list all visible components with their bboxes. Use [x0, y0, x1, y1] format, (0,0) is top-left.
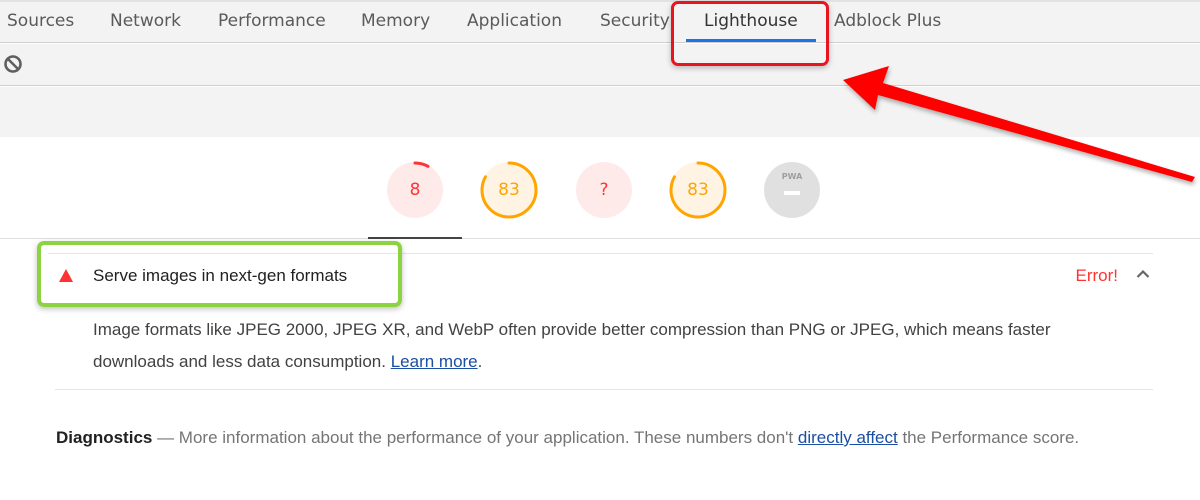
fail-triangle-icon [59, 269, 73, 282]
pwa-label: PWA [781, 172, 803, 181]
audit-description: Image formats like JPEG 2000, JPEG XR, a… [93, 314, 1133, 378]
diagnostics-section: Diagnostics — More information about the… [56, 422, 1116, 454]
gauge-pwa-badge [764, 162, 820, 218]
active-tab-underline [686, 39, 816, 42]
score-gauges: 8 83 ? 83 PWA [0, 137, 1200, 239]
gauge-performance[interactable]: 8 [386, 161, 444, 219]
audit-title: Serve images in next-gen formats [93, 266, 348, 285]
tab-adblock-plus[interactable]: Adblock Plus [834, 11, 941, 41]
diagnostics-text: — More information about the performance… [152, 428, 798, 447]
pwa-dash-icon [784, 191, 800, 195]
tab-network[interactable]: Network [110, 11, 181, 41]
block-icon[interactable] [3, 54, 23, 74]
gauge-accessibility-score: 83 [498, 180, 520, 200]
gauge-performance-score: 8 [409, 180, 421, 200]
audit-divider-bottom [55, 389, 1153, 390]
tab-application[interactable]: Application [467, 11, 562, 41]
diagnostics-trailing: the Performance score. [897, 428, 1080, 447]
chevron-up-icon[interactable] [1136, 269, 1150, 279]
gauge-seo[interactable]: 83 [669, 161, 727, 219]
audit-serve-next-gen-images[interactable]: Serve images in next-gen formats Error! [48, 254, 1153, 298]
audit-description-trailing: . [477, 352, 483, 371]
tab-memory[interactable]: Memory [361, 11, 430, 41]
gauge-pwa[interactable]: PWA [763, 161, 821, 219]
selected-category-indicator [368, 237, 462, 239]
gauge-divider [0, 238, 1200, 239]
devtools-tab-bar: Sources Network Performance Memory Appli… [0, 0, 1200, 43]
audit-description-text: Image formats like JPEG 2000, JPEG XR, a… [93, 320, 1051, 371]
tab-lighthouse[interactable]: Lighthouse [704, 11, 798, 41]
learn-more-link[interactable]: Learn more [391, 352, 478, 371]
toolbar-band [0, 87, 1200, 137]
gauge-best-practices[interactable]: ? [575, 161, 633, 219]
directly-affect-link[interactable]: directly affect [798, 428, 898, 447]
gauge-best-practices-score: ? [599, 180, 609, 200]
gauge-seo-score: 83 [687, 180, 709, 200]
audit-status: Error! [1075, 266, 1119, 285]
tab-sources[interactable]: Sources [7, 11, 74, 41]
diagnostics-heading: Diagnostics [56, 428, 153, 447]
gauge-accessibility[interactable]: 83 [480, 161, 538, 219]
tab-performance[interactable]: Performance [218, 11, 326, 41]
tab-security[interactable]: Security [600, 11, 670, 41]
lighthouse-toolbar [0, 44, 1200, 86]
